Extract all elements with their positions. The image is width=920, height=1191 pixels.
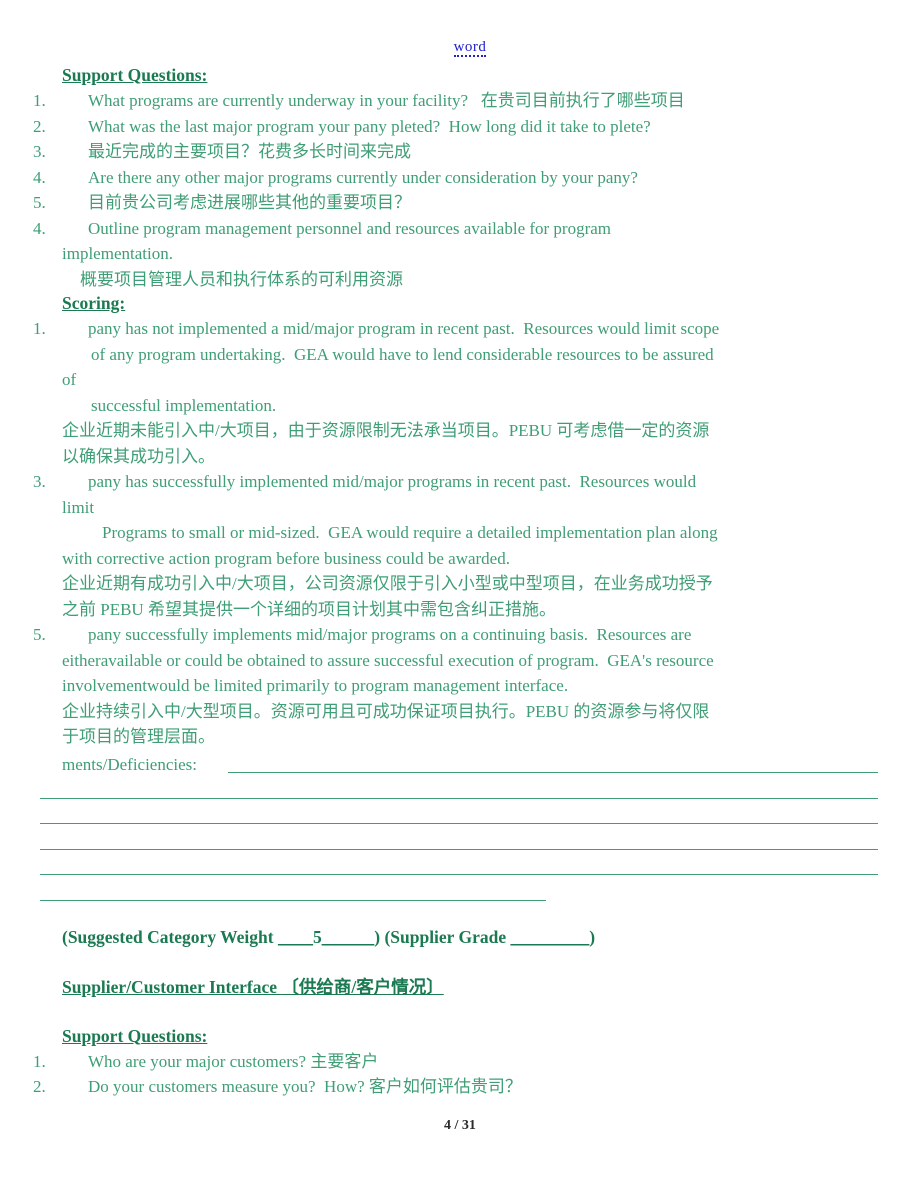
blank-line-row — [40, 854, 878, 880]
support-questions-heading-2: Support Questions: — [62, 1025, 208, 1046]
question-number: 3. — [33, 142, 46, 161]
scoring-item-1-line3: of — [62, 370, 77, 389]
scoring-item-1-cn1: 企业近期未能引入中/大项目，由于资源限制无法承当项目。PEBU 可考虑借一定的资… — [62, 421, 710, 440]
comments-fill-line[interactable] — [40, 874, 878, 875]
question-text: Outline program management personnel and… — [88, 218, 612, 238]
scoring-item-3-line4: with corrective action program before bu… — [62, 548, 510, 568]
scoring-item-3-cn2: 之前 PEBU 希望其提供一个详细的项目计划其中需包含纠正措施。 — [62, 599, 556, 619]
question-item: 4. Are there any other major programs cur… — [33, 165, 878, 191]
question-text: Do your customers measure you? How? 客户如何… — [88, 1077, 522, 1096]
question-text: Who are your major customers? 主要客户 — [88, 1051, 379, 1071]
scoring-item-5: 5. pany successfully implements mid/major… — [33, 622, 878, 648]
question-item: 5. 目前贵公司考虑进展哪些其他的重要项目？ — [33, 190, 878, 216]
question-number: 1. — [33, 91, 46, 110]
support-questions-heading-1: Support Questions: — [62, 65, 208, 85]
scoring-heading: Scoring: — [62, 293, 126, 313]
page-footer: 4 / 31 — [0, 1118, 920, 1134]
question-text: What was the last major program your pan… — [88, 116, 651, 136]
scoring-item-5-cn1: 企业持续引入中/大型项目。资源可用且可成功保证项目执行。PEBU 的资源参与将仅… — [62, 701, 710, 721]
scoring-item-3-line3: Programs to small or mid-sized. GEA woul… — [102, 523, 718, 542]
weight-blank-after[interactable]: ______ — [322, 927, 375, 947]
weight-value[interactable]: 5 — [313, 927, 322, 947]
scoring-item-5-cn2: 于项目的管理层面。 — [62, 727, 215, 746]
question-item: 1. What programs are currently underway i… — [33, 88, 878, 114]
question-item: 1. Who are your major customers? 主要客户 — [33, 1049, 878, 1075]
comments-fill-line[interactable] — [228, 772, 878, 773]
scoring-number: 1. — [33, 319, 46, 338]
question-number: 1. — [33, 1051, 46, 1071]
scoring-text: pany successfully implements mid/major p… — [88, 625, 692, 644]
comments-fill-line[interactable] — [40, 899, 546, 901]
scoring-item-5-line3: involvementwould be limited primarily to… — [62, 676, 569, 695]
scoring-number: 5. — [33, 625, 46, 644]
blank-line-row — [40, 879, 878, 905]
category-weight-row: (Suggested Category Weight ____5______) … — [62, 925, 878, 949]
scoring-item-3-cn1: 企业近期有成功引入中/大项目，公司资源仅限于引入小型或中型项目，在业务成功授予 — [62, 574, 713, 593]
comments-fill-line[interactable] — [40, 848, 878, 850]
scoring-item-3-line2: limit — [62, 497, 95, 517]
watermark-link-row: word — [62, 38, 878, 58]
question-number: 2. — [33, 116, 46, 136]
question-number: 4. — [33, 218, 46, 238]
supplier-customer-interface-heading: Supplier/Customer Interface 〔供给商/客户情况〕 — [62, 975, 444, 999]
supplier-customer-interface-heading-row: Supplier/Customer Interface 〔供给商/客户情况〕 — [62, 975, 878, 999]
comments-fill-line[interactable] — [40, 823, 878, 824]
supplier-grade-blank[interactable]: _________ — [511, 927, 590, 947]
scoring-item-3: 3. pany has successfully implemented mid/… — [33, 469, 878, 495]
scoring-text: pany has successfully implemented mid/ma… — [88, 472, 697, 491]
heading-english: Supplier/Customer Interface — [62, 976, 282, 997]
question-item: 2. Do your customers measure you? How? 客户… — [33, 1074, 878, 1100]
blank-line-row — [40, 777, 878, 803]
question-number: 5. — [33, 193, 46, 212]
heading-chinese: 〔供给商/客户情况〕 — [281, 976, 444, 997]
blank-line-row — [40, 828, 878, 854]
question-text: 目前贵公司考虑进展哪些其他的重要项目？ — [88, 193, 411, 212]
comments-label-row: ments/Deficiencies: — [62, 752, 878, 778]
comments-label: ments/Deficiencies: — [62, 754, 198, 774]
question-text: Are there any other major programs curre… — [88, 167, 638, 187]
scoring-item-5-line2: eitheravailable or could be obtained to … — [62, 650, 714, 670]
blank-line-row — [40, 803, 878, 829]
scoring-item-1-cn2: 以确保其成功引入。 — [62, 446, 215, 466]
scoring-number: 3. — [33, 472, 46, 491]
comments-blank-lines: ments/Deficiencies: — [40, 752, 878, 905]
scoring-text: pany has not implemented a mid/major pro… — [88, 319, 720, 338]
question-item: 3. 最近完成的主要项目？花费多长时间来完成 — [33, 139, 878, 165]
question-text: 最近完成的主要项目？花费多长时间来完成 — [88, 142, 411, 161]
document-page: word Support Questions: 1. What programs … — [0, 0, 920, 1191]
weight-prefix: (Suggested Category Weight — [62, 926, 278, 947]
question-number: 2. — [33, 1077, 46, 1096]
question-chinese-translation: 概要项目管理人员和执行体系的可利用资源 — [80, 269, 403, 289]
question-number: 4. — [33, 167, 46, 187]
comments-fill-line[interactable] — [40, 797, 878, 799]
grade-prefix: (Supplier Grade — [380, 926, 511, 947]
page-content: word Support Questions: 1. What programs … — [33, 38, 878, 1100]
scoring-item-1-line2: of any program undertaking. GEA would ha… — [91, 344, 714, 364]
question-continuation: implementation. — [62, 244, 173, 263]
scoring-item-1: 1. pany has not implemented a mid/major p… — [33, 316, 878, 342]
question-item: 4. Outline program management personnel a… — [33, 216, 878, 242]
grade-close-paren: ) — [589, 926, 596, 947]
word-watermark-link[interactable]: word — [453, 39, 487, 57]
question-item: 2. What was the last major program your p… — [33, 114, 878, 140]
page-number-label: 4 / 31 — [444, 1118, 476, 1133]
question-text: What programs are currently underway in … — [88, 91, 685, 110]
weight-blank-before[interactable]: ____ — [278, 927, 313, 947]
scoring-item-1-line4: successful implementation. — [91, 395, 277, 415]
